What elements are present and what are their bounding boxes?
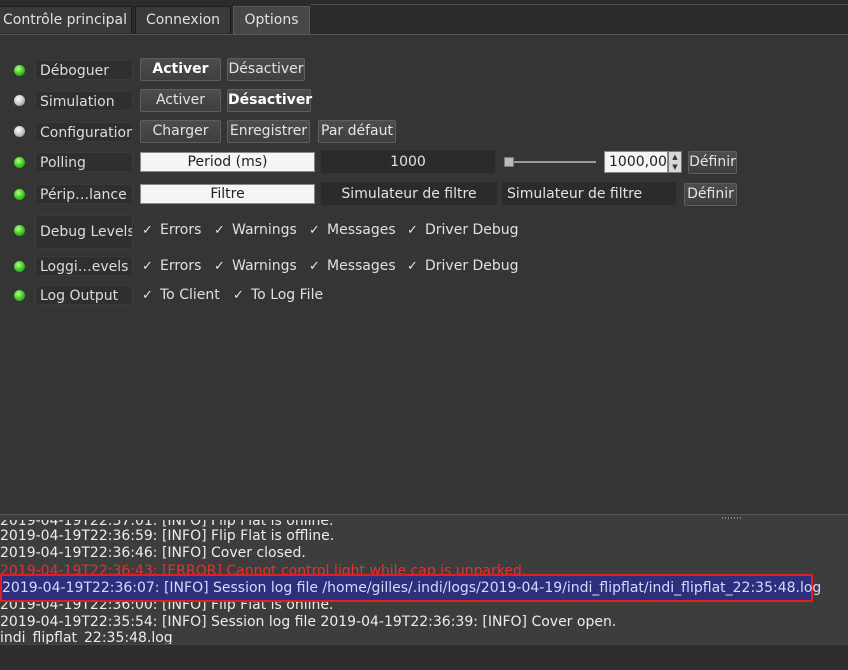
check-icon: ✓ xyxy=(309,223,320,238)
check-icon: ✓ xyxy=(233,288,244,303)
debug-level-messages-checkbox[interactable]: ✓ Messages xyxy=(309,220,396,240)
spin-up-icon[interactable]: ▲ xyxy=(669,152,681,162)
polling-element-name: Period (ms) xyxy=(140,152,315,172)
check-icon: ✓ xyxy=(142,259,153,274)
polling-spinbox-input[interactable]: 1000,00 xyxy=(604,151,668,173)
check-icon: ✓ xyxy=(407,259,418,274)
status-led-peripherals xyxy=(14,189,25,200)
logging-level-errors-checkbox[interactable]: ✓ Errors xyxy=(142,256,201,276)
property-label-debug: Déboguer xyxy=(35,60,133,80)
spin-down-icon[interactable]: ▼ xyxy=(669,162,681,172)
tab-main-control[interactable]: Contrôle principal xyxy=(0,6,132,33)
status-led-debug-levels xyxy=(14,225,25,236)
grip-icon xyxy=(722,517,742,519)
status-led-debug xyxy=(14,65,25,76)
highlighted-log-line[interactable]: 2019-04-19T22:36:07: [INFO] Session log … xyxy=(0,574,821,602)
log-line: 2019-04-19T22:36:46: [INFO] Cover closed… xyxy=(0,545,306,561)
tab-connection[interactable]: Connexion xyxy=(135,6,231,33)
tab-bar-line xyxy=(310,4,848,5)
config-load-button[interactable]: Charger xyxy=(140,120,221,143)
status-led-log-output xyxy=(14,290,25,301)
property-label-polling: Polling xyxy=(35,152,133,172)
property-label-peripherals: Périp…lance xyxy=(35,184,133,204)
peripherals-set-button[interactable]: Définir xyxy=(684,183,737,206)
status-bar xyxy=(0,644,848,670)
peripherals-current-value: Simulateur de filtre xyxy=(321,182,497,205)
status-led-polling xyxy=(14,157,25,168)
log-output-file-checkbox[interactable]: ✓ To Log File xyxy=(233,285,323,305)
tab-bar: Contrôle principal Connexion Options xyxy=(0,0,848,35)
check-icon: ✓ xyxy=(407,223,418,238)
check-icon: ✓ xyxy=(142,288,153,303)
tab-options[interactable]: Options xyxy=(233,6,310,35)
config-default-button[interactable]: Par défaut xyxy=(318,120,396,143)
peripherals-input[interactable]: Simulateur de filtre xyxy=(502,182,676,205)
log-output-area-lower[interactable]: 2019-04-19T22:36:00: [INFO] Flip Flat is… xyxy=(0,602,848,644)
peripherals-element-name: Filtre xyxy=(140,184,315,204)
polling-set-button[interactable]: Définir xyxy=(688,151,737,174)
check-icon: ✓ xyxy=(214,259,225,274)
check-icon: ✓ xyxy=(214,223,225,238)
status-led-simulation xyxy=(14,95,25,106)
config-save-button[interactable]: Enregistrer xyxy=(227,120,310,143)
logging-level-driver-debug-checkbox[interactable]: ✓ Driver Debug xyxy=(407,256,519,276)
debug-disable-button[interactable]: Désactiver xyxy=(227,58,305,81)
status-led-configuration xyxy=(14,126,25,137)
simulation-enable-button[interactable]: Activer xyxy=(140,89,221,112)
polling-slider-track[interactable] xyxy=(510,161,596,163)
debug-level-warnings-checkbox[interactable]: ✓ Warnings xyxy=(214,220,297,240)
log-output-client-checkbox[interactable]: ✓ To Client xyxy=(142,285,220,305)
status-led-logging-levels xyxy=(14,261,25,272)
property-label-logging-levels: Loggi…evels xyxy=(35,256,133,276)
log-line-selected: 2019-04-19T22:36:07: [INFO] Session log … xyxy=(2,580,822,596)
property-label-configuration: Configuration xyxy=(35,122,133,142)
polling-current-value: 1000 xyxy=(321,150,495,173)
logging-level-warnings-checkbox[interactable]: ✓ Warnings xyxy=(214,256,297,276)
debug-level-driver-debug-checkbox[interactable]: ✓ Driver Debug xyxy=(407,220,519,240)
log-line: 2019-04-19T22:36:59: [INFO] Flip Flat is… xyxy=(0,528,335,544)
simulation-disable-button[interactable]: Désactiver xyxy=(227,89,312,112)
polling-spin-arrows[interactable]: ▲ ▼ xyxy=(668,151,682,173)
polling-slider-handle[interactable] xyxy=(504,157,514,167)
log-line: indi_flipflat_22:35:48.log xyxy=(0,630,173,644)
check-icon: ✓ xyxy=(309,259,320,274)
property-label-log-output: Log Output xyxy=(35,285,133,305)
debug-enable-button[interactable]: Activer xyxy=(140,58,221,81)
logging-level-messages-checkbox[interactable]: ✓ Messages xyxy=(309,256,396,276)
properties-panel: Déboguer Activer Désactiver Simulation A… xyxy=(0,34,848,515)
debug-level-errors-checkbox[interactable]: ✓ Errors xyxy=(142,220,201,240)
property-label-simulation: Simulation xyxy=(35,91,133,111)
check-icon: ✓ xyxy=(142,223,153,238)
property-label-debug-levels: Debug Levels xyxy=(35,215,133,249)
